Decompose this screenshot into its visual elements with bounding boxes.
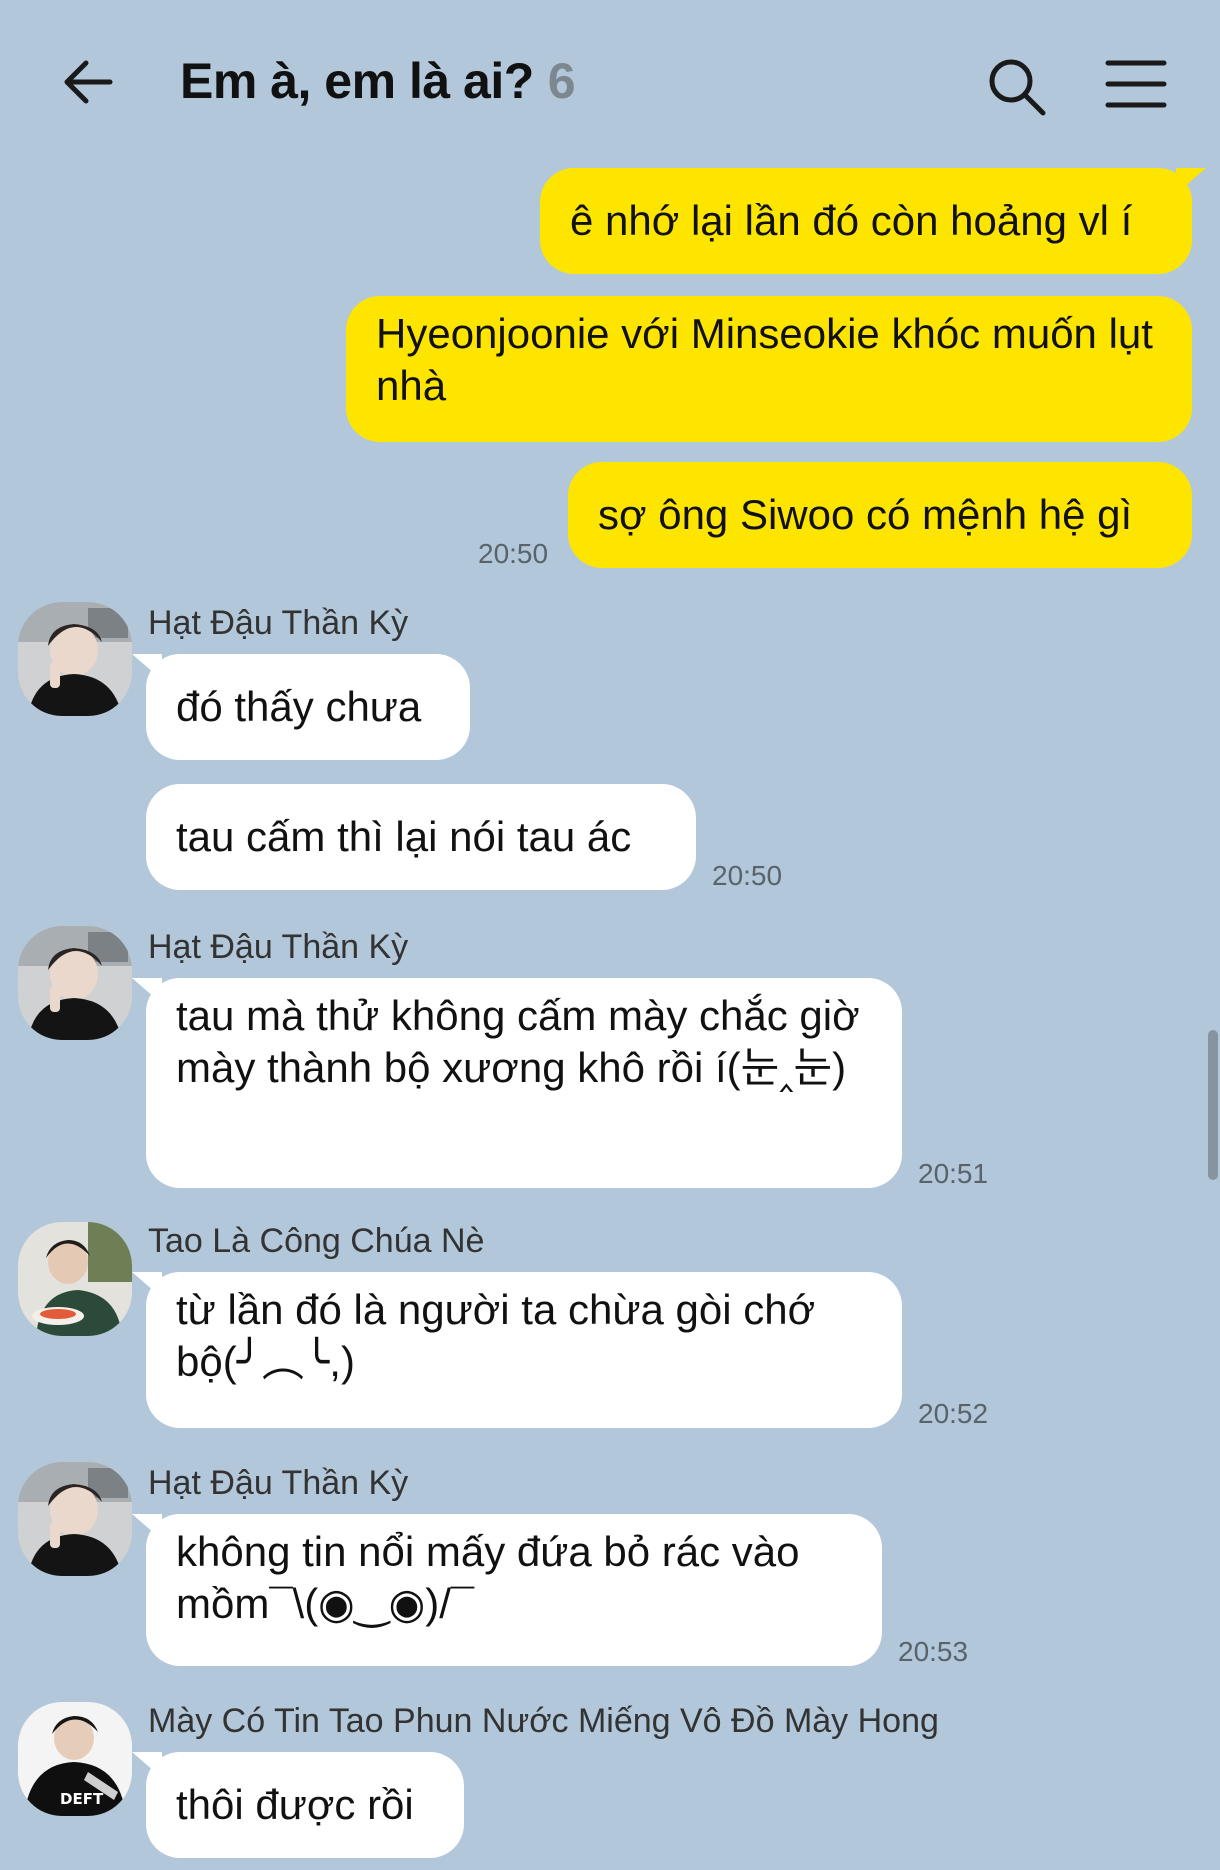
message-text: tau mà thử không cấm mày chắc giờ mày th…	[176, 992, 860, 1091]
message-text: sợ ông Siwoo có mệnh hệ gì	[598, 491, 1133, 538]
chat-header: Em à, em là ai? 6	[0, 0, 1220, 170]
avatar-image	[18, 926, 132, 1040]
search-icon[interactable]	[986, 56, 1048, 118]
avatar[interactable]	[18, 602, 132, 716]
message-time: 20:50	[712, 860, 783, 891]
message-text: không tin nổi mấy đứa bỏ rác vào mồm¯\(◉…	[176, 1528, 800, 1627]
sender-name: Tao Là Công Chúa Nè	[148, 1222, 485, 1260]
other-message[interactable]: từ lần đó là người ta chừa gòi chớ bộ(╯︵…	[132, 1272, 902, 1428]
scrollbar[interactable]	[1208, 1030, 1218, 1180]
chat-title-text: Em à, em là ai?	[180, 53, 534, 109]
my-message[interactable]: Hyeonjoonie với Minseokie khóc muốn lụt …	[346, 296, 1192, 442]
avatar[interactable]: DEFT	[18, 1702, 132, 1816]
sender-name: Hạt Đậu Thần Kỳ	[148, 928, 409, 966]
message-text: thôi được rồi	[176, 1781, 414, 1828]
message-time: 20:53	[898, 1636, 969, 1667]
chat-title: Em à, em là ai? 6	[180, 52, 576, 110]
message-text: Hyeonjoonie với Minseokie khóc muốn lụt …	[376, 310, 1153, 409]
avatar-image	[18, 602, 132, 716]
avatar[interactable]	[18, 1222, 132, 1336]
message-time: 20:52	[918, 1398, 989, 1429]
avatar-image	[18, 1462, 132, 1576]
avatar-image	[18, 1222, 132, 1336]
menu-icon[interactable]	[1104, 58, 1168, 110]
sender-name: Hạt Đậu Thần Kỳ	[148, 604, 409, 642]
message-text: đó thấy chưa	[176, 683, 422, 730]
message-time: 20:51	[918, 1158, 989, 1189]
avatar[interactable]	[18, 1462, 132, 1576]
other-message[interactable]: đó thấy chưa	[132, 654, 470, 760]
other-message[interactable]: không tin nổi mấy đứa bỏ rác vào mồm¯\(◉…	[132, 1514, 882, 1666]
message-time: 20:50	[478, 538, 549, 569]
other-message[interactable]: tau cấm thì lại nói tau ác	[146, 784, 696, 890]
other-message[interactable]: tau mà thử không cấm mày chắc giờ mày th…	[132, 978, 902, 1188]
my-message[interactable]: ê nhớ lại lần đó còn hoảng vl í	[540, 168, 1206, 274]
avatar-image: DEFT	[18, 1702, 132, 1816]
message-text: từ lần đó là người ta chừa gòi chớ bộ(╯︵…	[176, 1286, 816, 1385]
message-text: tau cấm thì lại nói tau ác	[176, 813, 632, 860]
message-text: ê nhớ lại lần đó còn hoảng vl í	[570, 197, 1133, 244]
member-count: 6	[547, 53, 576, 109]
avatar-text: DEFT	[60, 1790, 104, 1808]
back-arrow-icon[interactable]	[58, 52, 118, 112]
sender-name: Mày Có Tin Tao Phun Nước Miếng Vô Đồ Mày…	[148, 1702, 939, 1740]
my-message[interactable]: sợ ông Siwoo có mệnh hệ gì	[568, 462, 1192, 568]
sender-name: Hạt Đậu Thần Kỳ	[148, 1464, 409, 1502]
avatar[interactable]	[18, 926, 132, 1040]
other-message[interactable]: thôi được rồi	[132, 1752, 464, 1858]
